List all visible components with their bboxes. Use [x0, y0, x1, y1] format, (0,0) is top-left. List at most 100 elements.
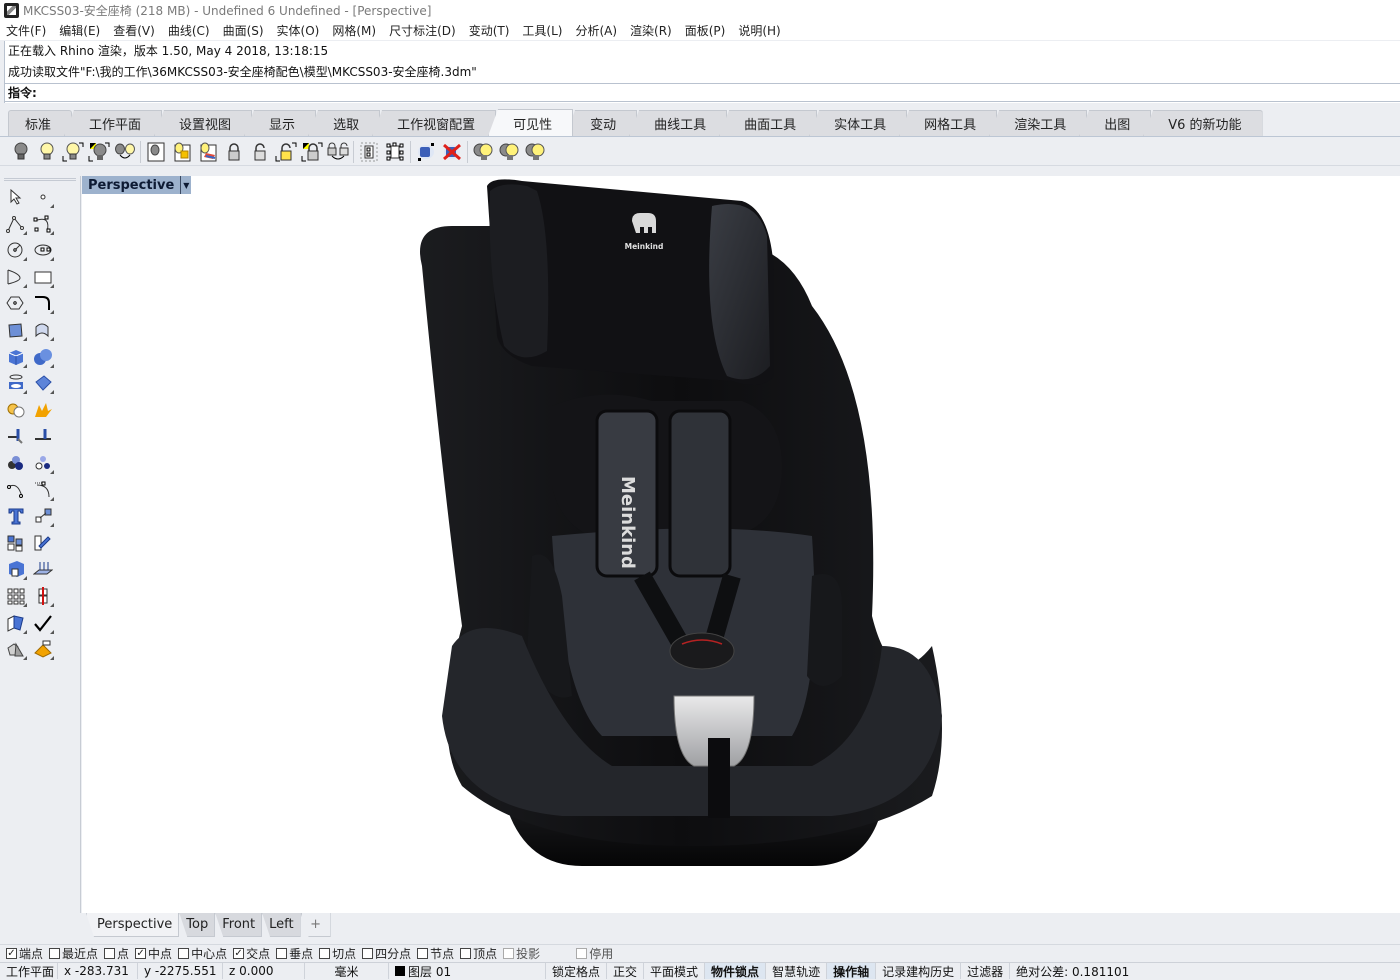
group-icon[interactable]	[2, 530, 29, 556]
blend-curve-icon[interactable]	[29, 477, 56, 503]
swap-hidden-visible-icon[interactable]	[112, 140, 138, 164]
osnap-end[interactable]: ✓ 端点	[6, 945, 43, 962]
checkbox[interactable]	[49, 948, 61, 959]
osnap-knot[interactable]: 节点	[417, 945, 454, 962]
checkbox[interactable]	[319, 948, 331, 959]
mesh-surface-icon[interactable]	[29, 370, 56, 396]
checkbox-checked[interactable]: ✓	[6, 948, 17, 959]
menu-edit[interactable]: 编辑(E)	[59, 22, 100, 39]
menu-analyze[interactable]: 分析(A)	[575, 22, 617, 39]
command-input[interactable]	[40, 85, 1400, 100]
block-icon[interactable]	[2, 556, 29, 582]
view-tab-front[interactable]: Front	[215, 913, 263, 937]
show-selected-objects-icon[interactable]	[60, 140, 86, 164]
tab-select[interactable]: 选取	[308, 110, 381, 136]
menu-view[interactable]: 查看(V)	[113, 22, 155, 39]
checkbox-checked[interactable]: ✓	[135, 948, 147, 959]
tab-curve-tools[interactable]: 曲线工具	[629, 110, 728, 136]
split-icon[interactable]	[29, 423, 56, 449]
toggle-grid-snap[interactable]: 锁定格点	[546, 963, 608, 979]
toggle-record-history[interactable]: 记录建构历史	[876, 963, 962, 979]
hide-in-layer-icon[interactable]	[195, 140, 221, 164]
checkbox[interactable]	[417, 948, 429, 959]
checkbox-disabled[interactable]	[576, 948, 588, 959]
cylinder-icon[interactable]	[2, 370, 29, 396]
show-objects-icon[interactable]	[34, 140, 60, 164]
dimension-icon[interactable]	[29, 583, 56, 609]
scale-icon[interactable]	[29, 503, 56, 529]
select-arrow-icon[interactable]	[2, 184, 29, 210]
tab-standard[interactable]: 标准	[8, 110, 73, 136]
box-icon[interactable]	[2, 344, 29, 370]
osnap-project[interactable]: 投影	[503, 945, 540, 962]
status-cplane[interactable]: 工作平面	[0, 963, 58, 979]
menu-mesh[interactable]: 网格(M)	[332, 22, 376, 39]
offset-curve-icon[interactable]	[2, 477, 29, 503]
osnap-near[interactable]: 最近点	[49, 945, 98, 962]
tab-visibility[interactable]: 可见性	[488, 109, 574, 136]
tab-drafting[interactable]: 出图	[1079, 110, 1152, 136]
unisolate-icon[interactable]	[522, 140, 548, 164]
make-2d-icon[interactable]	[29, 556, 56, 582]
view-tab-left[interactable]: Left	[262, 913, 301, 937]
osnap-perpendicular[interactable]: 垂点	[276, 945, 313, 962]
checkbox[interactable]	[460, 948, 472, 959]
ellipse-icon[interactable]	[29, 237, 56, 263]
render-mesh-icon[interactable]	[2, 636, 29, 662]
checkbox-checked[interactable]: ✓	[233, 948, 245, 959]
menu-dimension[interactable]: 尺寸标注(D)	[389, 22, 456, 39]
lock-swap-icon[interactable]	[299, 140, 325, 164]
status-units[interactable]: 毫米	[305, 963, 389, 979]
tab-display[interactable]: 显示	[244, 110, 317, 136]
osnap-center[interactable]: 中心点	[178, 945, 227, 962]
tab-viewport-layout[interactable]: 工作视窗配置	[372, 110, 497, 136]
add-viewport-tab-button[interactable]: +	[300, 913, 331, 937]
view-tab-perspective[interactable]: Perspective	[86, 913, 180, 937]
tab-surface-tools[interactable]: 曲面工具	[719, 110, 818, 136]
car-seat-model[interactable]: Meinkind Meinkind	[412, 176, 972, 876]
isolate-lock-icon[interactable]	[496, 140, 522, 164]
perspective-viewport[interactable]: Perspective ▼ Meinkind Meinkind	[82, 176, 1400, 913]
tab-set-view[interactable]: 设置视图	[154, 110, 253, 136]
osnap-intersection[interactable]: ✓ 交点	[233, 945, 270, 962]
osnap-quadrant[interactable]: 四分点	[362, 945, 411, 962]
explode-icon[interactable]	[29, 397, 56, 423]
swap-locked-unlocked-icon[interactable]	[325, 140, 351, 164]
viewport-title[interactable]: Perspective ▼	[82, 176, 192, 194]
osnap-tangent[interactable]: 切点	[319, 945, 356, 962]
toggle-planar[interactable]: 平面模式	[644, 963, 706, 979]
tab-solid-tools[interactable]: 实体工具	[809, 110, 908, 136]
checkbox-disabled[interactable]	[503, 948, 515, 959]
toggle-gumball[interactable]: 操作轴	[827, 963, 877, 979]
toggle-filter[interactable]: 过滤器	[961, 963, 1011, 979]
curve-control-points-icon[interactable]	[29, 211, 56, 237]
unlock-selected-icon[interactable]	[273, 140, 299, 164]
trim-icon[interactable]	[2, 423, 29, 449]
point-edit-icon[interactable]	[29, 450, 56, 476]
toggle-ortho[interactable]: 正交	[607, 963, 645, 979]
toolbar-grip[interactable]	[4, 178, 76, 181]
show-in-viewport-icon[interactable]	[439, 140, 465, 164]
checkbox[interactable]	[362, 948, 374, 959]
tab-mesh-tools[interactable]: 网格工具	[899, 110, 998, 136]
hide-in-block-icon[interactable]	[169, 140, 195, 164]
tab-transform[interactable]: 变动	[565, 110, 638, 136]
check-icon[interactable]	[29, 610, 56, 636]
menu-solid[interactable]: 实体(O)	[277, 22, 320, 39]
menu-file[interactable]: 文件(F)	[6, 22, 46, 39]
toggle-osnap[interactable]: 物件锁点	[705, 963, 767, 979]
lock-objects-icon[interactable]	[221, 140, 247, 164]
sphere-icon[interactable]	[29, 344, 56, 370]
polyline-icon[interactable]	[2, 211, 29, 237]
tab-render-tools[interactable]: 渲染工具	[989, 110, 1088, 136]
status-layer[interactable]: 图层 01	[389, 963, 546, 979]
menu-transform[interactable]: 变动(T)	[469, 22, 510, 39]
array-icon[interactable]	[2, 583, 29, 609]
menu-help[interactable]: 说明(H)	[738, 22, 780, 39]
unlock-objects-icon[interactable]	[247, 140, 273, 164]
show-points-icon[interactable]	[382, 140, 408, 164]
hide-in-details-icon[interactable]	[143, 140, 169, 164]
osnap-disable[interactable]: 停用	[576, 945, 613, 962]
menu-tools[interactable]: 工具(L)	[522, 22, 562, 39]
osnap-mid[interactable]: ✓ 中点	[135, 945, 172, 962]
